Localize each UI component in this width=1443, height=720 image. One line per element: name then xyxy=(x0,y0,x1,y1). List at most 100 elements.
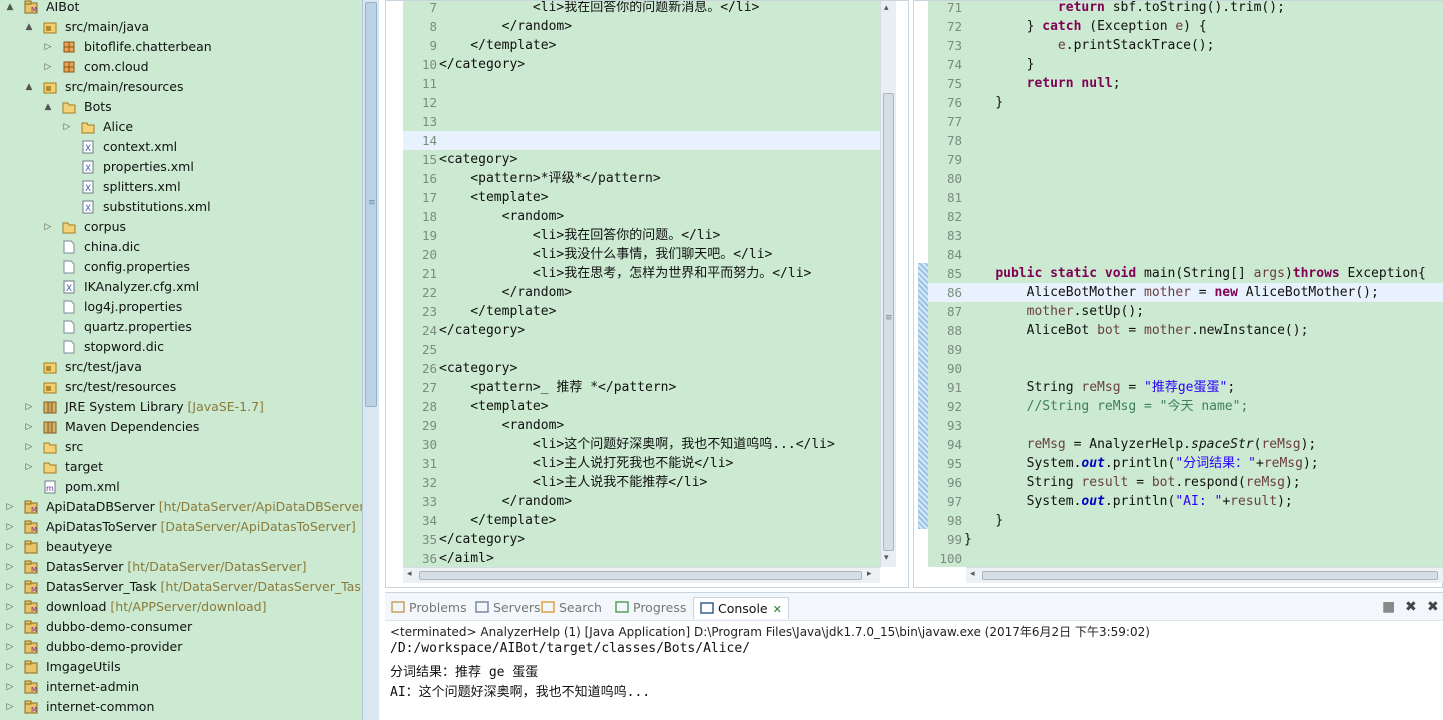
code-line[interactable]: public static void main(String[] args)th… xyxy=(964,264,1426,283)
tree-row[interactable]: m pom.xml xyxy=(0,477,362,497)
code-line[interactable]: } catch (Exception e) { xyxy=(964,17,1207,36)
code-line[interactable]: return null; xyxy=(964,74,1121,93)
tree-row[interactable]: ▷ M DatasServer_Task [ht/DataServer/DatasS… xyxy=(0,577,362,597)
code-line[interactable]: //String reMsg = "今天 name"; xyxy=(964,397,1249,416)
code-line[interactable]: String result = bot.respond(reMsg); xyxy=(964,473,1301,492)
expand-arrow-icon[interactable]: ▷ xyxy=(5,560,15,574)
expand-arrow-icon[interactable]: ▲ xyxy=(24,80,34,94)
expand-arrow-icon[interactable]: ▷ xyxy=(5,500,15,514)
code-line[interactable]: } xyxy=(964,530,972,549)
xml-editor-horizontal-scrollbar[interactable]: ◂ ▸ xyxy=(403,567,880,583)
package-explorer-scrollbar[interactable]: ≡ xyxy=(362,0,379,720)
code-line[interactable]: AliceBot bot = mother.newInstance(); xyxy=(964,321,1309,340)
code-line[interactable]: AliceBotMother mother = new AliceBotMoth… xyxy=(964,283,1379,302)
tree-row[interactable]: ▷ Minternet-common xyxy=(0,697,362,717)
tree-row[interactable]: ▷ M DatasServer [ht/DataServer/DatasServer… xyxy=(0,557,362,577)
code-line[interactable]: <random> xyxy=(439,207,565,226)
tree-row[interactable]: ▷ target xyxy=(0,457,362,477)
code-line[interactable]: System.out.println("分词结果："+reMsg); xyxy=(964,454,1319,473)
scrollbar-thumb[interactable]: ≡ xyxy=(883,93,894,551)
expand-arrow-icon[interactable]: ▲ xyxy=(5,0,15,14)
tree-row[interactable]: ▲ M AIBot xyxy=(0,0,362,17)
code-line[interactable]: reMsg = AnalyzerHelp.spaceStr(reMsg); xyxy=(964,435,1317,454)
expand-arrow-icon[interactable]: ▷ xyxy=(5,580,15,594)
expand-arrow-icon[interactable]: ▷ xyxy=(5,520,15,534)
scrollbar-thumb[interactable] xyxy=(982,571,1438,580)
code-line[interactable]: } xyxy=(964,55,1035,74)
expand-arrow-icon[interactable]: ▷ xyxy=(5,540,15,554)
tree-row[interactable]: china.dic xyxy=(0,237,362,257)
tree-row[interactable]: ▷ bitoflife.chatterbean xyxy=(0,37,362,57)
tree-row[interactable]: ▷ ImgageUtils xyxy=(0,657,362,677)
code-line[interactable]: </template> xyxy=(439,511,556,530)
tree-row[interactable]: ▷ M ApiDataDBServer [ht/DataServer/ApiData… xyxy=(0,497,362,517)
code-line[interactable]: </template> xyxy=(439,302,556,321)
expand-arrow-icon[interactable]: ▷ xyxy=(5,600,15,614)
scroll-left-arrow-icon[interactable]: ◂ xyxy=(407,569,412,579)
expand-arrow-icon[interactable]: ▷ xyxy=(24,420,34,434)
expand-arrow-icon[interactable]: ▷ xyxy=(43,60,53,74)
tree-row[interactable]: src/test/java xyxy=(0,357,362,377)
code-line[interactable]: </template> xyxy=(439,36,556,55)
tree-row[interactable]: ▷ JRE System Library [JavaSE-1.7] xyxy=(0,397,362,417)
expand-arrow-icon[interactable]: ▷ xyxy=(5,640,15,654)
tree-row[interactable]: ▷ com.cloud xyxy=(0,57,362,77)
code-line[interactable]: return sbf.toString().trim(); xyxy=(964,1,1285,17)
tab-search[interactable]: Search xyxy=(541,597,602,619)
tree-row[interactable]: Xsubstitutions.xml xyxy=(0,197,362,217)
expand-arrow-icon[interactable]: ▷ xyxy=(5,660,15,674)
code-line[interactable]: String reMsg = "推荐ge蛋蛋"; xyxy=(964,378,1236,397)
code-line[interactable]: <pattern>*评级*</pattern> xyxy=(439,169,660,188)
expand-arrow-icon[interactable]: ▷ xyxy=(43,220,53,234)
code-line[interactable]: <template> xyxy=(439,188,548,207)
code-line[interactable]: <li>我在回答你的问题。</li> xyxy=(439,226,720,245)
tab-console[interactable]: Console ✕ xyxy=(693,597,789,619)
expand-arrow-icon[interactable]: ▷ xyxy=(5,620,15,634)
tree-row[interactable]: Xproperties.xml xyxy=(0,157,362,177)
expand-arrow-icon[interactable]: ▷ xyxy=(43,40,53,54)
code-line[interactable]: <li>主人说我不能推荐</li> xyxy=(439,473,707,492)
scroll-down-arrow-icon[interactable]: ▾ xyxy=(884,553,889,563)
tree-row[interactable]: ▷ Maven Dependencies xyxy=(0,417,362,437)
tree-row[interactable]: ▷ beautyeye xyxy=(0,537,362,557)
code-line[interactable]: <random> xyxy=(439,416,565,435)
xml-editor-vertical-scrollbar[interactable]: ▴ ≡ ▾ xyxy=(880,1,896,567)
tab-progress[interactable]: Progress xyxy=(615,597,686,619)
tree-row[interactable]: quartz.properties xyxy=(0,317,362,337)
code-line[interactable]: </category> xyxy=(439,321,525,340)
tree-row[interactable]: ▷ src xyxy=(0,437,362,457)
code-line[interactable]: mother.setUp(); xyxy=(964,302,1144,321)
code-line[interactable]: <li>我在思考，怎样为世界和平而努力。</li> xyxy=(439,264,811,283)
code-line[interactable]: <li>这个问题好深奥啊，我也不知道呜呜...</li> xyxy=(439,435,835,454)
tree-row[interactable]: ▷ Alice xyxy=(0,117,362,137)
expand-arrow-icon[interactable]: ▷ xyxy=(24,400,34,414)
code-line[interactable]: <template> xyxy=(439,397,548,416)
java-editor-horizontal-scrollbar[interactable]: ◂ xyxy=(966,567,1443,583)
tree-row[interactable]: ▷ Mdubbo-demo-provider xyxy=(0,637,362,657)
code-line[interactable]: <category> xyxy=(439,150,517,169)
expand-arrow-icon[interactable]: ▲ xyxy=(43,100,53,114)
code-line[interactable]: </category> xyxy=(439,55,525,74)
java-editor-text[interactable]: 71 return sbf.toString().trim(); 72 } cat… xyxy=(928,1,1443,567)
code-line[interactable]: <pattern>_ 推荐 *</pattern> xyxy=(439,378,676,397)
tree-row[interactable]: ▷ Minternet-admin xyxy=(0,677,362,697)
code-line[interactable]: <li>我没什么事情，我们聊天吧。</li> xyxy=(439,245,772,264)
scrollbar-thumb[interactable]: ≡ xyxy=(365,2,377,407)
terminate-icon[interactable]: ■ xyxy=(1382,599,1395,615)
code-line[interactable]: </random> xyxy=(439,17,572,36)
code-line[interactable]: } xyxy=(964,93,1003,112)
code-line[interactable]: <li>我在回答你的问题新消息。</li> xyxy=(439,1,759,17)
xml-editor-text[interactable]: 7 <li>我在回答你的问题新消息。</li> 8 </random> 9 </te… xyxy=(403,1,880,567)
code-line[interactable]: <category> xyxy=(439,359,517,378)
tree-row[interactable]: ▷ corpus xyxy=(0,217,362,237)
tab-problems[interactable]: Problems xyxy=(391,597,467,619)
close-icon[interactable]: ✕ xyxy=(773,603,782,616)
tree-row[interactable]: ▲ src/main/java xyxy=(0,17,362,37)
tree-row[interactable]: ▲ Bots xyxy=(0,97,362,117)
tree-row[interactable]: ▲ src/main/resources xyxy=(0,77,362,97)
code-line[interactable]: System.out.println("AI: "+result); xyxy=(964,492,1293,511)
tab-servers[interactable]: Servers xyxy=(475,597,541,619)
tree-row[interactable]: log4j.properties xyxy=(0,297,362,317)
scroll-up-arrow-icon[interactable]: ▴ xyxy=(884,3,889,13)
expand-arrow-icon[interactable]: ▲ xyxy=(24,20,34,34)
